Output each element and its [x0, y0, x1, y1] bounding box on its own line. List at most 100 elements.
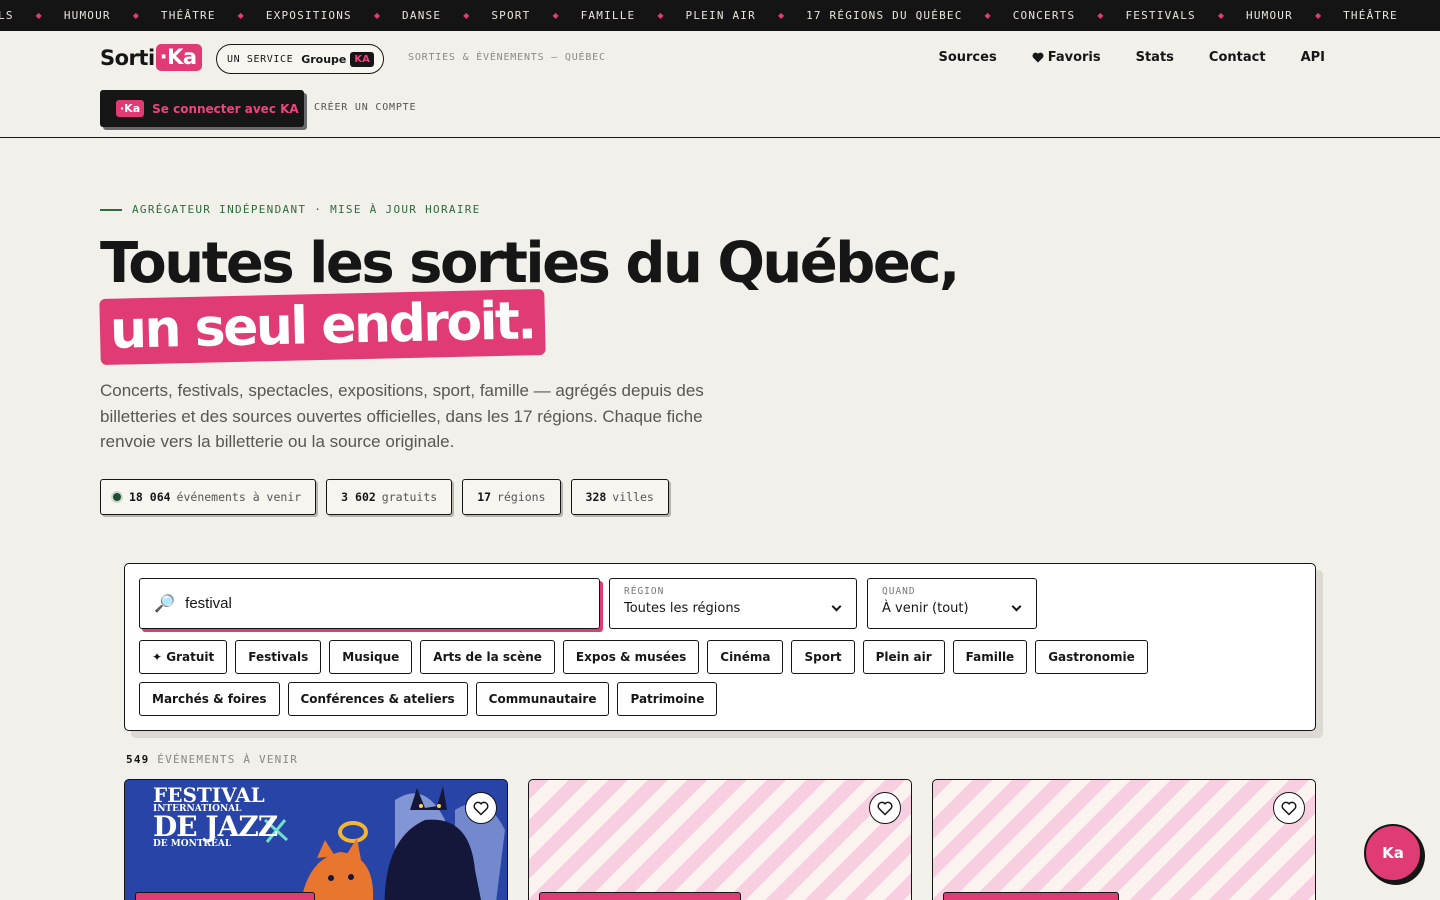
card-tag: [943, 892, 1119, 900]
login-label: Se connecter avec KA: [152, 101, 299, 116]
category-chip[interactable]: Sport: [791, 640, 855, 674]
hero-highlight: un seul endroit.: [99, 288, 546, 366]
category-chip[interactable]: Patrimoine: [617, 682, 718, 716]
category-chip[interactable]: Famille: [952, 640, 1028, 674]
heart-outline-icon: [1281, 801, 1297, 816]
site-header: Sorti ·Ka UN SERVICE Groupe KA SORTIES &…: [0, 31, 1440, 138]
region-select[interactable]: RÉGION Toutes les régions: [609, 578, 857, 629]
category-chip[interactable]: ✦ Gratuit: [139, 640, 228, 674]
ticker-item: EXPOSITIONS: [265, 9, 352, 22]
ticker-item: THÉÂTRE: [160, 9, 216, 22]
card-tag: [135, 892, 315, 900]
hero-title: Toutes les sorties du Québec,: [100, 231, 960, 296]
nav-contact[interactable]: Contact: [1209, 50, 1266, 65]
heart-outline-icon: [877, 801, 893, 816]
ticker-item: CONCERTS: [1012, 9, 1076, 22]
hero-eyebrow: AGRÉGATEUR INDÉPENDANT · MISE À JOUR HOR…: [100, 203, 481, 216]
stat-value: 17: [477, 490, 492, 504]
category-chip[interactable]: Expos & musées: [562, 640, 700, 674]
ticker-bar: LS ◆ HUMOUR ◆ THÉÂTRE ◆ EXPOSITIONS ◆ DANSE ◆ SPOR…: [0, 0, 1440, 31]
poster-line3: DE JAZZ: [153, 809, 278, 843]
favorite-button[interactable]: [1273, 792, 1305, 824]
chevron-down-icon: [831, 601, 842, 611]
category-chip[interactable]: Gastronomie: [1035, 640, 1148, 674]
favorite-button[interactable]: [465, 792, 497, 824]
when-value: À venir (tout): [882, 601, 969, 616]
nav-favoris[interactable]: Favoris: [1032, 50, 1101, 65]
region-value: Toutes les régions: [624, 601, 741, 616]
create-account-link[interactable]: CRÉER UN COMPTE: [314, 102, 416, 113]
search-panel: 🔎 RÉGION Toutes les régions QUAND À veni…: [124, 563, 1316, 731]
event-card[interactable]: [528, 779, 912, 900]
category-chip[interactable]: Arts de la scène: [420, 640, 555, 674]
tagline: SORTIES & ÉVÉNEMENTS — QUÉBEC: [408, 52, 606, 63]
favorite-button[interactable]: [869, 792, 901, 824]
results-count: 549 ÉVÉNEMENTS À VENIR: [126, 753, 298, 766]
hero-description: Concerts, festivals, spectacles, exposit…: [100, 381, 704, 451]
magnifier-icon: 🔎: [154, 593, 176, 613]
heart-outline-icon: [473, 801, 489, 816]
results-count-label: ÉVÉNEMENTS À VENIR: [157, 753, 299, 766]
service-badge: KA: [350, 51, 374, 67]
ticker-item: FESTIVALS: [1125, 9, 1196, 22]
chevron-down-icon: [1011, 601, 1022, 611]
login-button[interactable]: ·Ka Se connecter avec KA: [100, 90, 304, 127]
ticker-item: LS: [0, 9, 14, 22]
hero-highlight-wrap: un seul endroit.: [99, 288, 546, 366]
nav-stats[interactable]: Stats: [1136, 50, 1174, 65]
search-field[interactable]: 🔎: [139, 578, 600, 629]
service-brand-name: Groupe: [301, 52, 347, 66]
stat-value: 3 602: [341, 490, 376, 504]
service-label: UN SERVICE: [227, 53, 294, 65]
service-pill[interactable]: UN SERVICE Groupe KA: [216, 44, 384, 74]
service-brand: Groupe KA: [301, 51, 374, 67]
ticker-item: PLEIN AIR: [685, 9, 756, 22]
stat-free: 3 602 gratuits: [326, 479, 453, 515]
eyebrow-line: [100, 208, 122, 211]
eyebrow-text: AGRÉGATEUR INDÉPENDANT · MISE À JOUR HOR…: [132, 203, 481, 216]
logo-ka: ·Ka: [155, 44, 202, 71]
stat-label: gratuits: [381, 490, 438, 504]
stats-row: 18 064 événements à venir 3 602 gratuits…: [100, 479, 669, 515]
category-chip[interactable]: Plein air: [862, 640, 945, 674]
category-chip[interactable]: Cinéma: [707, 640, 784, 674]
category-chip[interactable]: Conférences & ateliers: [287, 682, 468, 716]
ticker-item: HUMOUR: [63, 9, 111, 22]
site-logo[interactable]: Sorti ·Ka: [100, 44, 202, 71]
stat-label: événements à venir: [176, 490, 302, 504]
card-tag: [539, 892, 741, 900]
ticker-item: SPORT: [491, 9, 531, 22]
results-count-value: 549: [126, 753, 150, 766]
when-value-row: À venir (tout): [882, 601, 1022, 616]
ticker-track: LS ◆ HUMOUR ◆ THÉÂTRE ◆ EXPOSITIONS ◆ DANSE ◆ SPOR…: [0, 0, 1420, 31]
ticker-item: DANSE: [402, 9, 442, 22]
logo-text: Sorti: [100, 45, 155, 70]
stat-events: 18 064 événements à venir: [100, 479, 317, 515]
ticker-item: HUMOUR: [1246, 9, 1293, 22]
stat-cities: 328 villes: [570, 479, 669, 515]
search-input[interactable]: [185, 595, 566, 612]
stat-value: 328: [585, 490, 607, 504]
ka-assistant-button[interactable]: Ka: [1364, 824, 1422, 882]
ticker-item: THÉÂTRE: [1343, 9, 1398, 22]
category-chip[interactable]: Musique: [329, 640, 413, 674]
category-chip[interactable]: Festivals: [235, 640, 322, 674]
when-select[interactable]: QUAND À venir (tout): [867, 578, 1037, 629]
nav-api[interactable]: API: [1301, 50, 1325, 65]
stat-regions: 17 régions: [462, 479, 561, 515]
stat-label: régions: [497, 490, 546, 504]
category-chip[interactable]: Marchés & foires: [139, 682, 280, 716]
event-card[interactable]: FESTIVAL INTERNATIONAL DE JAZZ DE MONTRÉ…: [124, 779, 508, 900]
ticker-item: 17 RÉGIONS DU QUÉBEC: [806, 9, 963, 22]
region-value-row: Toutes les régions: [624, 601, 842, 616]
main-nav: Sources Favoris Stats Contact API: [938, 50, 1325, 65]
heart-icon: [1032, 52, 1044, 63]
nav-sources[interactable]: Sources: [938, 50, 996, 65]
region-label: RÉGION: [624, 586, 665, 597]
category-chip[interactable]: Communautaire: [475, 682, 610, 716]
event-card[interactable]: [932, 779, 1316, 900]
poster-title: FESTIVAL INTERNATIONAL DE JAZZ DE MONTRÉ…: [153, 785, 278, 849]
stat-label: villes: [612, 490, 654, 504]
nav-favoris-label: Favoris: [1047, 50, 1101, 65]
category-chips: ✦ Gratuit Festivals Musique Arts de la scèn…: [139, 640, 1229, 716]
